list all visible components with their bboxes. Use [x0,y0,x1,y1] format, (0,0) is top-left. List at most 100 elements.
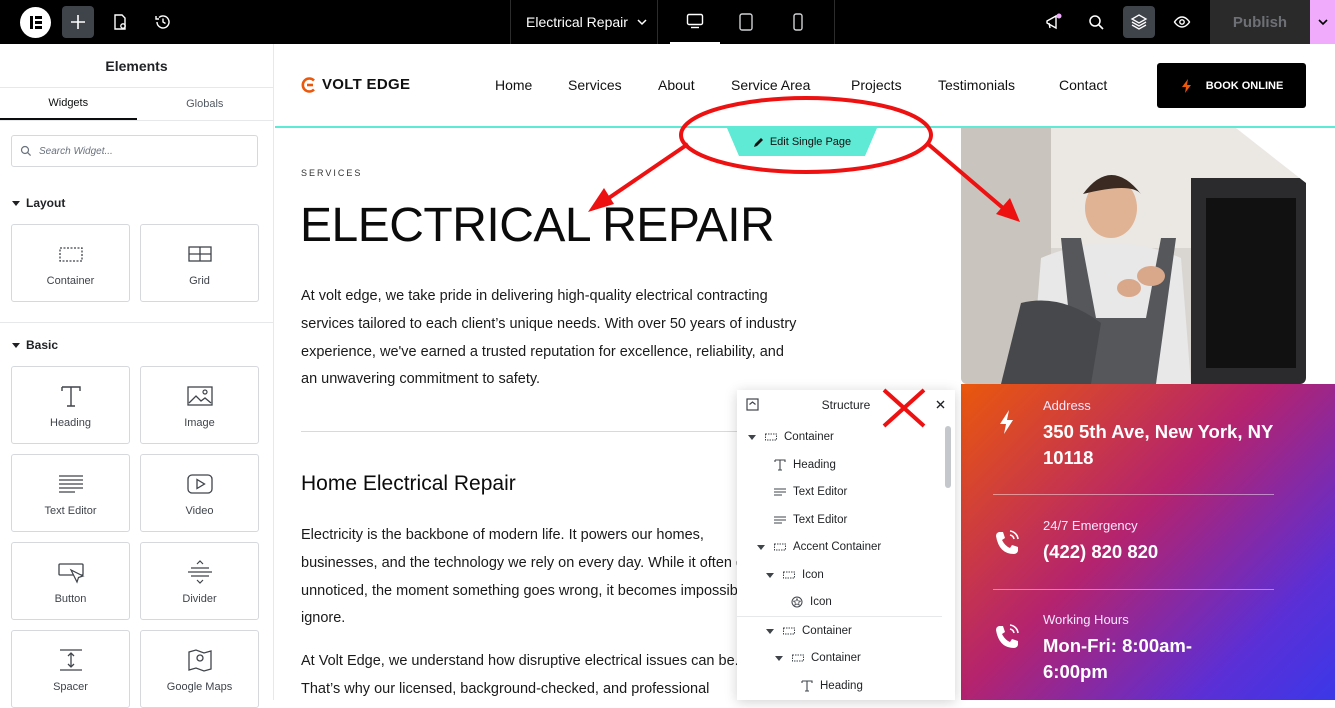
widget-label: Video [185,504,214,517]
edit-single-page-button[interactable]: Edit Single Page [727,128,877,156]
nav-home[interactable]: Home [495,77,532,93]
basic-widget-grid: Heading Image Text Editor Video Button D… [0,366,273,708]
widget-video[interactable]: Video [140,454,259,532]
search-button[interactable] [1080,6,1112,38]
widget-heading[interactable]: Heading [11,366,130,444]
search-placeholder: Search Widget... [39,145,113,157]
widget-image[interactable]: Image [140,366,259,444]
structure-item[interactable]: Container [775,647,861,669]
tablet-icon [739,13,753,31]
widget-spacer[interactable]: Spacer [11,630,130,708]
nav-about[interactable]: About [658,77,695,93]
publish-button[interactable]: Publish [1210,0,1310,44]
tab-globals[interactable]: Globals [137,88,274,120]
preview-button[interactable] [1166,6,1198,38]
widget-label: Divider [182,592,217,605]
history-button[interactable] [147,6,179,38]
elements-panel: Elements Widgets Globals Search Widget..… [0,44,274,708]
container-icon [783,571,795,579]
caret-down-icon [757,545,765,550]
spacer-icon [59,648,82,671]
category-basic[interactable]: Basic [0,335,273,355]
search-icon [20,145,32,157]
electrician-image [961,128,1306,384]
container-icon [58,246,83,262]
elementor-logo-icon[interactable] [20,7,51,38]
widget-text-editor[interactable]: Text Editor [11,454,130,532]
close-icon[interactable] [935,399,946,410]
page-title-dropdown[interactable]: Electrical Repair [510,0,658,44]
structure-item[interactable]: Heading [774,454,836,476]
tab-widgets[interactable]: Widgets [0,88,137,120]
info-label: Address [1043,398,1091,413]
widget-grid[interactable]: Grid [140,224,259,302]
tablet-view-button[interactable] [721,0,771,44]
widget-label: Spacer [53,680,88,693]
page-settings-button[interactable] [104,6,136,38]
structure-button[interactable] [1123,6,1155,38]
structure-header: Structure [737,390,955,420]
structure-item[interactable]: Icon [766,564,824,586]
nav-projects[interactable]: Projects [851,77,902,93]
nav-service-area[interactable]: Service Area [731,77,810,93]
page-title: Electrical Repair [526,14,628,30]
widget-container[interactable]: Container [11,224,130,302]
section-eyebrow: SERVICES [301,168,363,178]
dock-panel-icon[interactable] [746,398,759,411]
structure-item[interactable]: Icon [791,591,832,613]
mobile-icon [793,13,803,31]
structure-item[interactable]: Container [748,426,834,448]
widget-label: Container [46,274,95,287]
heading-icon [60,385,81,407]
phone-icon [996,624,1019,648]
image-icon [186,385,213,406]
book-online-button[interactable]: BOOK ONLINE [1157,63,1306,108]
search-widget-input[interactable]: Search Widget... [11,135,258,167]
caret-down-icon [775,656,783,661]
site-header[interactable]: VOLT EDGE Home Services About Service Ar… [275,44,1335,128]
structure-item-label: Container [811,652,861,664]
structure-item[interactable]: Text Editor [774,481,847,503]
desktop-view-button[interactable] [670,0,720,44]
widget-label: Heading [50,416,91,429]
notifications-button[interactable] [1037,6,1069,38]
site-logo[interactable]: VOLT EDGE [301,76,410,93]
category-layout[interactable]: Layout [0,193,273,213]
megaphone-icon [1046,13,1062,30]
widget-label: Grid [189,274,210,287]
structure-item-label: Icon [810,596,832,608]
nav-testimonials[interactable]: Testimonials [938,77,1015,93]
grid-icon [187,245,212,262]
info-divider [993,494,1274,495]
structure-item[interactable]: Container [766,620,852,642]
caret-down-icon [766,629,774,634]
widget-google-maps[interactable]: Google Maps [140,630,259,708]
contact-info-box: Address 350 5th Ave, New York, NY 10118 … [961,384,1335,700]
video-icon [186,473,213,494]
container-icon [774,543,786,551]
publish-options-button[interactable] [1310,0,1335,44]
lightning-icon [1181,78,1191,93]
structure-item[interactable]: Accent Container [757,536,881,558]
nav-contact[interactable]: Contact [1059,77,1107,93]
widget-divider[interactable]: Divider [140,542,259,620]
widget-button[interactable]: Button [11,542,130,620]
structure-divider [737,616,942,617]
divider-icon [187,559,212,584]
container-icon [783,627,795,635]
structure-item[interactable]: Text Editor [774,509,847,531]
icon-widget-icon [791,596,803,608]
structure-item-label: Container [802,625,852,637]
chevron-down-icon [637,19,647,26]
nav-services[interactable]: Services [568,77,622,93]
mobile-view-button[interactable] [773,0,823,44]
text-editor-icon [774,516,786,524]
page-settings-icon [114,14,126,30]
text-editor-icon [58,474,83,493]
panel-tabs: Widgets Globals [0,88,273,121]
structure-item[interactable]: Heading [801,675,863,697]
widget-label: Image [184,416,215,429]
widget-label: Text Editor [44,504,97,517]
add-element-button[interactable] [62,6,94,38]
structure-scrollbar[interactable] [945,426,951,488]
